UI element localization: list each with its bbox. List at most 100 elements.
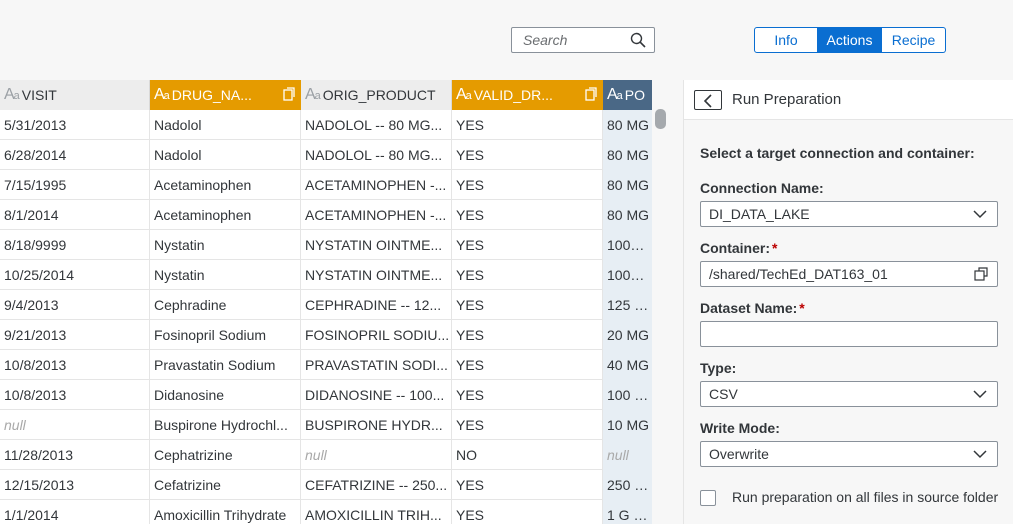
visit-cell[interactable]: 1/1/2014 [0,500,150,524]
column-header-drug-name[interactable]: Aa DRUG_NA... [150,80,301,110]
orig-product-cell[interactable]: null [301,440,452,470]
drug-name-cell[interactable]: Nadolol [150,110,301,140]
orig-product-cell[interactable]: NYSTATIN OINTME... [301,260,452,290]
visit-cell[interactable]: 12/15/2013 [0,470,150,500]
visit-cell[interactable]: 6/28/2014 [0,140,150,170]
drug-name-cell[interactable]: Pravastatin Sodium [150,350,301,380]
copy-icon[interactable] [283,87,295,101]
valid-drug-cell[interactable]: YES [452,140,603,170]
visit-cell[interactable]: 10/8/2013 [0,380,150,410]
orig-product-cell[interactable]: FOSINOPRIL SODIU... [301,320,452,350]
visit-cell[interactable]: null [0,410,150,440]
table-row[interactable]: 11/28/2013 Cephatrizine null NO null [0,440,652,470]
valid-drug-cell[interactable]: YES [452,200,603,230]
valid-drug-cell[interactable]: YES [452,170,603,200]
visit-cell[interactable]: 9/4/2013 [0,290,150,320]
valid-drug-cell[interactable]: YES [452,290,603,320]
table-row[interactable]: 8/18/9999 Nystatin NYSTATIN OINTME... YES 10… [0,230,652,260]
drug-name-cell[interactable]: Acetaminophen [150,200,301,230]
valid-drug-cell[interactable]: YES [452,110,603,140]
drug-name-cell[interactable]: Cephradine [150,290,301,320]
potency-cell[interactable]: 20 MG [603,320,652,350]
table-row[interactable]: 10/8/2013 Didanosine DIDANOSINE -- 100... Y… [0,380,652,410]
visit-cell[interactable]: 8/1/2014 [0,200,150,230]
search-icon[interactable] [630,32,646,48]
drug-name-cell[interactable]: Cefatrizine [150,470,301,500]
orig-product-cell[interactable]: NADOLOL -- 80 MG... [301,110,452,140]
orig-product-cell[interactable]: ACETAMINOPHEN -... [301,170,452,200]
potency-cell[interactable]: 10 MG [603,410,652,440]
search-input[interactable] [512,28,624,52]
back-button[interactable] [694,90,722,110]
copy-icon[interactable] [585,87,597,101]
potency-cell[interactable]: 100000 [603,230,652,260]
potency-cell[interactable]: 100000 [603,260,652,290]
orig-product-cell[interactable]: CEPHRADINE -- 12... [301,290,452,320]
table-row[interactable]: 6/28/2014 Nadolol NADOLOL -- 80 MG... YES 80… [0,140,652,170]
valid-drug-cell[interactable]: YES [452,260,603,290]
search-field[interactable] [511,27,655,53]
orig-product-cell[interactable]: NYSTATIN OINTME... [301,230,452,260]
orig-product-cell[interactable]: CEFATRIZINE -- 250... [301,470,452,500]
potency-cell[interactable]: 80 MG [603,140,652,170]
run-all-files-label[interactable]: Run preparation on all files in source f… [732,489,998,505]
valid-drug-cell[interactable]: YES [452,410,603,440]
dataset-name-input[interactable] [700,321,998,347]
orig-product-cell[interactable]: AMOXICILLIN TRIH... [301,500,452,524]
potency-cell[interactable]: 80 MG [603,200,652,230]
orig-product-cell[interactable]: PRAVASTATIN SODI... [301,350,452,380]
valid-drug-cell[interactable]: YES [452,320,603,350]
drug-name-cell[interactable]: Nystatin [150,230,301,260]
drug-name-cell[interactable]: Didanosine [150,380,301,410]
orig-product-cell[interactable]: ACETAMINOPHEN -... [301,200,452,230]
potency-cell[interactable]: 80 MG [603,170,652,200]
tab-info[interactable]: Info [754,27,818,53]
table-row[interactable]: 8/1/2014 Acetaminophen ACETAMINOPHEN -... Y… [0,200,652,230]
visit-cell[interactable]: 8/18/9999 [0,230,150,260]
drug-name-cell[interactable]: Acetaminophen [150,170,301,200]
valid-drug-cell[interactable]: YES [452,500,603,524]
potency-cell[interactable]: 40 MG [603,350,652,380]
table-row[interactable]: 10/25/2014 Nystatin NYSTATIN OINTME... YES 1… [0,260,652,290]
column-header-valid-drug[interactable]: Aa VALID_DR... [452,80,603,110]
orig-product-cell[interactable]: BUSPIRONE HYDR... [301,410,452,440]
visit-cell[interactable]: 5/31/2013 [0,110,150,140]
table-row[interactable]: 10/8/2013 Pravastatin Sodium PRAVASTATIN S… [0,350,652,380]
visit-cell[interactable]: 10/25/2014 [0,260,150,290]
drug-name-cell[interactable]: Buspirone Hydrochl... [150,410,301,440]
valid-drug-cell[interactable]: YES [452,470,603,500]
table-row[interactable]: 1/1/2014 Amoxicillin Trihydrate AMOXICILLI… [0,500,652,524]
valid-drug-cell[interactable]: YES [452,380,603,410]
connection-name-select[interactable]: DI_DATA_LAKE [700,201,998,227]
visit-cell[interactable]: 9/21/2013 [0,320,150,350]
table-row[interactable]: null Buspirone Hydrochl... BUSPIRONE HYDR.… [0,410,652,440]
table-row[interactable]: 9/4/2013 Cephradine CEPHRADINE -- 12... YES… [0,290,652,320]
browse-icon[interactable] [974,267,988,281]
column-header-potency[interactable]: Aa PO [603,80,652,110]
table-row[interactable]: 9/21/2013 Fosinopril Sodium FOSINOPRIL SOD… [0,320,652,350]
potency-cell[interactable]: 250 MG [603,470,652,500]
orig-product-cell[interactable]: DIDANOSINE -- 100... [301,380,452,410]
potency-cell[interactable]: 80 MG [603,110,652,140]
drug-name-cell[interactable]: Nystatin [150,260,301,290]
potency-cell[interactable]: 125 MG [603,290,652,320]
drug-name-cell[interactable]: Nadolol [150,140,301,170]
visit-cell[interactable]: 7/15/1995 [0,170,150,200]
valid-drug-cell[interactable]: YES [452,350,603,380]
column-header-orig-product[interactable]: Aa ORIG_PRODUCT [301,80,452,110]
potency-cell[interactable]: 100 MG [603,380,652,410]
drug-name-cell[interactable]: Cephatrizine [150,440,301,470]
potency-cell[interactable]: null [603,440,652,470]
grid-scrollbar[interactable] [655,109,666,129]
column-header-visit[interactable]: Aa VISIT [0,80,150,110]
run-all-files-checkbox[interactable] [700,490,716,506]
type-select[interactable]: CSV [700,381,998,407]
drug-name-cell[interactable]: Amoxicillin Trihydrate [150,500,301,524]
valid-drug-cell[interactable]: YES [452,230,603,260]
tab-recipe[interactable]: Recipe [882,27,946,53]
visit-cell[interactable]: 10/8/2013 [0,350,150,380]
write-mode-select[interactable]: Overwrite [700,441,998,467]
potency-cell[interactable]: 1 G PE [603,500,652,524]
tab-actions[interactable]: Actions [818,27,882,53]
drug-name-cell[interactable]: Fosinopril Sodium [150,320,301,350]
